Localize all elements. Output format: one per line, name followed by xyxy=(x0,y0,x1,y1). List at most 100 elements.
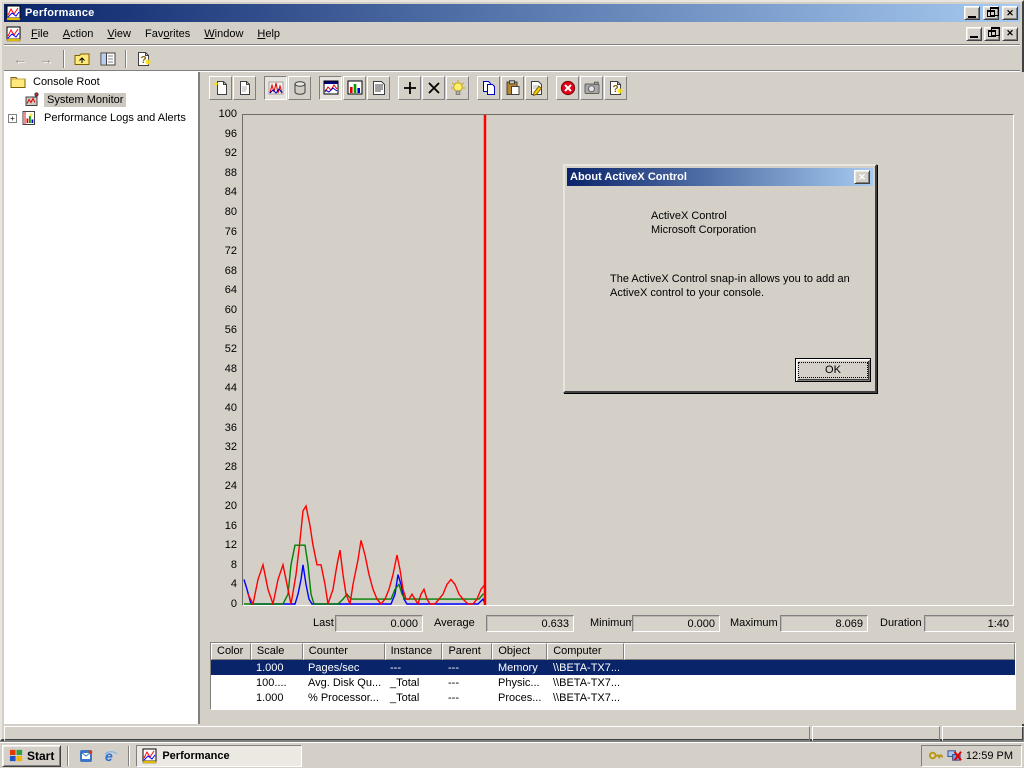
y-tick-label: 88 xyxy=(224,166,237,179)
legend-column-header-instance[interactable]: Instance xyxy=(384,643,443,660)
y-tick-label: 8 xyxy=(230,558,237,571)
view-log-data-button[interactable] xyxy=(288,76,311,100)
legend-column-header-filler[interactable] xyxy=(624,643,1015,660)
restore-button[interactable] xyxy=(983,6,999,20)
taskbar-performance-task[interactable]: Performance xyxy=(136,744,303,767)
back-button[interactable]: ← xyxy=(8,48,32,70)
new-counter-set-button[interactable] xyxy=(209,76,232,100)
perf-logs-icon xyxy=(21,110,37,126)
start-label: Start xyxy=(27,748,55,763)
dialog-titlebar[interactable]: About ActiveX Control ✕ xyxy=(567,168,873,186)
series--processor-time xyxy=(247,504,486,605)
dialog-close-icon[interactable]: ✕ xyxy=(854,170,870,184)
legend-cell-scale: 1.000 xyxy=(256,661,284,674)
system-tray: 12:59 PM xyxy=(920,744,1022,767)
y-tick-label: 100 xyxy=(218,108,237,120)
legend-column-header-object[interactable]: Object xyxy=(492,643,548,660)
dialog-title: About ActiveX Control xyxy=(570,171,687,183)
y-tick-label: 36 xyxy=(224,421,237,434)
close-button[interactable]: ✕ xyxy=(1002,6,1018,20)
tray-key-icon[interactable] xyxy=(928,748,943,763)
legend-column-header-scale[interactable]: Scale xyxy=(250,643,303,660)
menu-action[interactable]: Action xyxy=(56,25,101,43)
tree-item-system-monitor[interactable]: System Monitor xyxy=(4,92,198,108)
legend-row[interactable]: 1.000 % Processor... _Total --- Proces... \\B… xyxy=(211,690,1015,705)
properties-button[interactable] xyxy=(525,76,548,100)
minimum-value: 0.000 xyxy=(632,615,720,632)
forward-button[interactable]: → xyxy=(34,48,58,70)
legend-cell-computer: \\BETA-TX7... xyxy=(553,676,621,689)
y-tick-label: 12 xyxy=(224,539,237,552)
help-button[interactable]: ? xyxy=(132,48,156,70)
view-report-button[interactable] xyxy=(367,76,390,100)
clear-display-button[interactable] xyxy=(233,76,256,100)
status-section-2 xyxy=(812,726,940,741)
y-tick-label: 0 xyxy=(230,598,237,610)
child-restore-button[interactable] xyxy=(984,26,1000,41)
freeze-display-button[interactable] xyxy=(556,76,579,100)
y-tick-label: 52 xyxy=(224,343,237,356)
ok-button[interactable]: OK xyxy=(795,358,871,382)
dialog-company-name: Microsoft Corporation xyxy=(651,224,757,236)
tray-network-error-icon[interactable] xyxy=(947,748,962,763)
quick-launch-internet-explorer-icon[interactable]: e xyxy=(100,745,122,767)
add-counter-button[interactable] xyxy=(398,76,421,100)
minimize-button[interactable] xyxy=(964,6,980,20)
tree-item-performance-logs-and-alerts[interactable]: + Performance Logs and Alerts xyxy=(4,110,198,126)
copy-properties-button[interactable] xyxy=(477,76,500,100)
legend-row[interactable]: 100.... Avg. Disk Qu... _Total --- Physic...… xyxy=(211,675,1015,690)
tree-item-console-root[interactable]: Console Root xyxy=(4,74,198,90)
legend-cell-instance: _Total xyxy=(390,676,420,689)
legend-cell-scale: 1.000 xyxy=(256,691,284,704)
menu-bar: File Action View Favorites Window Help ✕ xyxy=(4,23,1020,45)
view-graph-button[interactable] xyxy=(319,76,342,100)
paste-counter-list-button[interactable] xyxy=(501,76,524,100)
y-tick-label: 84 xyxy=(224,186,237,199)
child-minimize-button[interactable] xyxy=(966,26,982,41)
menu-window[interactable]: Window xyxy=(197,25,250,43)
legend-cell-object: Memory xyxy=(498,661,538,674)
y-tick-label: 44 xyxy=(224,382,237,395)
tree-item-label: Console Root xyxy=(33,76,100,88)
series-pages-sec xyxy=(243,564,486,605)
y-tick-label: 48 xyxy=(224,362,237,375)
delete-counter-button[interactable] xyxy=(422,76,445,100)
show-hide-console-tree-button[interactable] xyxy=(96,48,120,70)
legend-column-header-counter[interactable]: Counter xyxy=(302,643,385,660)
menu-help[interactable]: Help xyxy=(250,25,287,43)
y-tick-label: 64 xyxy=(224,284,237,297)
legend-cell-instance: _Total xyxy=(390,691,420,704)
menu-favorites[interactable]: Favorites xyxy=(138,25,197,43)
clock[interactable]: 12:59 PM xyxy=(966,750,1013,762)
windows-logo-icon xyxy=(9,748,24,763)
duration-label: Duration xyxy=(880,617,922,629)
legend-column-header-parent[interactable]: Parent xyxy=(442,643,493,660)
menu-view[interactable]: View xyxy=(100,25,138,43)
start-button[interactable]: Start xyxy=(2,744,62,767)
menu-file[interactable]: File xyxy=(24,25,56,43)
update-data-button[interactable] xyxy=(580,76,603,100)
view-current-activity-button[interactable] xyxy=(264,76,287,100)
legend-cell-counter: Avg. Disk Qu... xyxy=(308,676,382,689)
legend-column-header-color[interactable]: Color xyxy=(211,643,251,660)
highlight-button[interactable] xyxy=(446,76,469,100)
help-button[interactable]: ? xyxy=(604,76,627,100)
legend-cell-scale: 100.... xyxy=(256,676,287,689)
window-titlebar[interactable]: Performance ✕ xyxy=(4,4,1020,22)
y-tick-label: 76 xyxy=(224,225,237,238)
minimum-label: Minimum xyxy=(590,617,635,629)
legend-cell-parent: --- xyxy=(448,691,459,704)
quick-launch-outlook-express-icon[interactable] xyxy=(75,745,97,767)
child-close-button[interactable]: ✕ xyxy=(1002,26,1018,41)
average-value: 0.633 xyxy=(486,615,574,632)
tree-expander-icon[interactable]: + xyxy=(8,113,17,123)
up-one-level-button[interactable] xyxy=(70,48,94,70)
svg-text:?: ? xyxy=(141,55,147,66)
average-label: Average xyxy=(434,617,475,629)
console-tree-pane: Console Root System Monitor + Performance L… xyxy=(4,72,200,724)
view-histogram-button[interactable] xyxy=(343,76,366,100)
legend-column-header-computer[interactable]: Computer xyxy=(547,643,625,660)
legend-cell-parent: --- xyxy=(448,676,459,689)
legend-row[interactable]: 1.000 Pages/sec --- --- Memory \\BETA-TX7... xyxy=(211,660,1015,675)
legend-cell-counter: % Processor... xyxy=(308,691,379,704)
